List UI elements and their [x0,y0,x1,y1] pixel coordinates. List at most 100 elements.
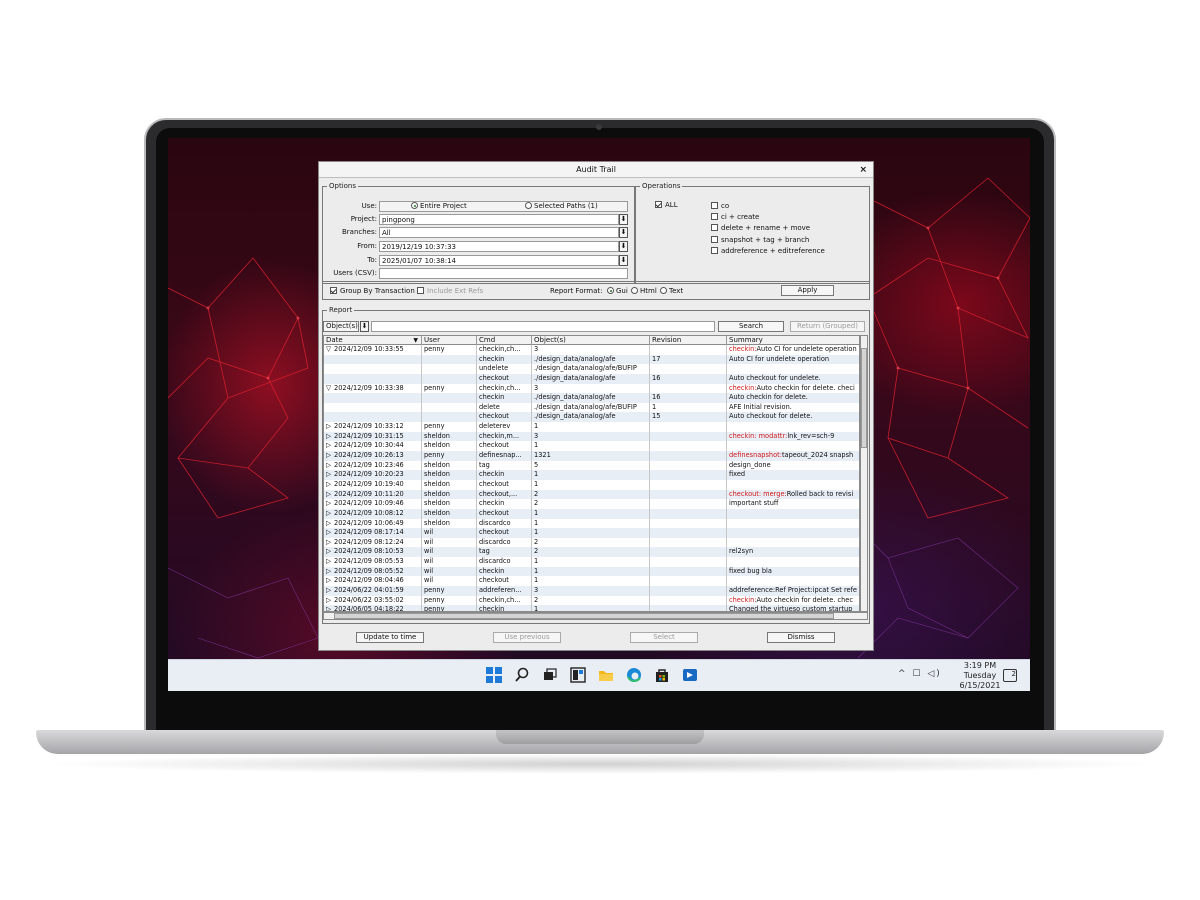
users-field[interactable] [379,268,628,279]
to-dropdown-icon[interactable]: ⬇ [619,255,628,266]
table-row[interactable]: ▷ 2024/12/09 08:05:53 wil discardco 1 [324,557,859,567]
search-button[interactable]: Search [718,321,784,332]
table-row[interactable]: ▷ 2024/12/09 10:33:12 penny deleterev 1 [324,422,859,432]
table-row[interactable]: ▷ 2024/06/05 04:18:22 penny checkin 1 Changed… [324,605,859,611]
table-row[interactable]: ▷ 2024/12/09 08:12:24 wil discardco 2 [324,537,859,548]
table-row[interactable]: ▷ 2024/12/09 08:04:46 wil checkout 1 [324,576,859,587]
project-dropdown-icon[interactable]: ⬇ [619,214,628,225]
table-row[interactable]: ▷ 2024/12/09 08:05:52 wil checkin 1 fixed bug… [324,566,859,577]
table-row[interactable]: ▷ 2024/12/09 10:30:44 sheldon checkout 1 [324,441,859,452]
branches-field[interactable]: All [379,227,619,238]
col-summary[interactable]: Summary [727,336,859,345]
from-field[interactable]: 2019/12/19 10:37:33 [379,241,619,252]
table-row[interactable]: ▷ 2024/12/09 10:20:23 sheldon checkin 1 fixed [324,470,859,480]
table-row[interactable]: ▷ 2024/06/22 04:01:59 penny addreferen... 3 a… [324,586,859,596]
store-icon[interactable] [652,665,672,685]
branches-dropdown-icon[interactable]: ⬇ [619,227,628,238]
table-row[interactable]: ▷ 2024/12/09 10:19:40 sheldon checkout 1 [324,479,859,490]
collapse-icon[interactable]: ▽ [326,384,334,394]
expand-icon[interactable]: ▷ [326,547,334,557]
taskview-icon[interactable] [540,665,560,685]
table-row[interactable]: ▷ 2024/12/09 08:17:14 wil checkout 1 [324,528,859,538]
notification-icon[interactable]: 2 [1003,669,1017,682]
col-date[interactable]: Date ▼ [324,336,422,345]
col-cmd[interactable]: Cmd [477,336,532,345]
expand-icon[interactable]: ▷ [326,490,334,500]
project-field[interactable]: pingpong [379,214,619,225]
use-previous-button[interactable]: Use previous [493,632,561,643]
expand-icon[interactable]: ▷ [326,586,334,596]
expand-icon[interactable]: ▷ [326,605,334,611]
op-all-checkbox[interactable]: ALL [655,201,678,209]
table-row[interactable]: ▷ 2024/06/22 03:55:02 penny checkin,ch... 2 c… [324,595,859,606]
expand-icon[interactable]: ▷ [326,528,334,538]
search-icon[interactable] [512,665,532,685]
clock[interactable]: 3:19 PM Tuesday 6/15/2021 [951,661,1009,691]
col-objects[interactable]: Object(s) [532,336,650,345]
expand-icon[interactable]: ▷ [326,461,334,471]
col-revision[interactable]: Revision [650,336,727,345]
op-addreference-checkbox[interactable]: addreference + editreference [711,247,825,255]
object-filter-dropdown[interactable]: Object(s) [323,321,359,332]
select-button[interactable]: Select [630,632,698,643]
table-row[interactable]: checkout ./design_data/analog/afe 16 Auto c… [324,373,859,384]
expand-icon[interactable]: ▷ [326,451,334,461]
expand-icon[interactable]: ▷ [326,470,334,480]
expand-icon[interactable]: ▷ [326,499,334,509]
dismiss-button[interactable]: Dismiss [767,632,835,643]
table-row[interactable]: ▷ 2024/12/09 10:23:46 sheldon tag 5 design_do… [324,460,859,471]
use-selected-radio[interactable]: Selected Paths (1) [525,202,598,210]
col-user[interactable]: User [422,336,477,345]
table-vertical-scrollbar[interactable] [860,335,868,612]
to-field[interactable]: 2025/01/07 10:38:14 [379,255,619,266]
use-entire-radio[interactable]: Entire Project [411,202,467,210]
collapse-icon[interactable]: ▽ [326,345,334,355]
apply-button[interactable]: Apply [781,285,834,296]
expand-icon[interactable]: ▷ [326,509,334,519]
file-explorer-icon[interactable] [596,665,616,685]
table-row[interactable]: ▷ 2024/12/09 08:10:53 wil tag 2 rel2syn [324,547,859,558]
table-row[interactable]: ▷ 2024/12/09 10:31:15 sheldon checkin,m... 3… [324,431,859,442]
expand-icon[interactable]: ▷ [326,596,334,606]
expand-icon[interactable]: ▷ [326,557,334,567]
expand-icon[interactable]: ▷ [326,519,334,529]
table-row[interactable]: ▽ 2024/12/09 10:33:55 penny checkin,ch... 3 c… [324,345,859,355]
table-row[interactable]: checkout ./design_data/analog/afe 15 Auto c… [324,412,859,423]
format-text-radio[interactable]: Text [660,287,683,295]
widgets-icon[interactable] [568,665,588,685]
table-horizontal-scrollbar[interactable] [323,612,868,620]
table-row[interactable]: ▽ 2024/12/09 10:33:38 penny checkin,ch... 3 c… [324,383,859,394]
op-ci-create-checkbox[interactable]: ci + create [711,213,759,221]
table-row[interactable]: checkin ./design_data/analog/afe 16 Auto ch… [324,393,859,403]
expand-icon[interactable]: ▷ [326,480,334,490]
table-row[interactable]: ▷ 2024/12/09 10:11:20 sheldon checkout,... 2… [324,489,859,500]
table-row[interactable]: checkin ./design_data/analog/afe 17 Auto CI… [324,354,859,365]
expand-icon[interactable]: ▷ [326,422,334,432]
system-tray[interactable]: ^ ☐ ◁) [898,669,942,679]
table-row[interactable]: delete ./design_data/analog/afe/BUFIP 1 AFE… [324,402,859,413]
expand-icon[interactable]: ▷ [326,567,334,577]
return-grouped-button[interactable]: Return (Grouped) [790,321,865,332]
table-row[interactable]: undelete ./design_data/analog/afe/BUFIP [324,364,859,374]
table-row[interactable]: ▷ 2024/12/09 10:06:49 sheldon discardco 1 [324,518,859,529]
expand-icon[interactable]: ▷ [326,441,334,451]
expand-icon[interactable]: ▷ [326,432,334,442]
expand-icon[interactable]: ▷ [326,576,334,586]
table-row[interactable]: ▷ 2024/12/09 10:26:13 penny definesnap... 13… [324,451,859,461]
include-ext-refs-checkbox[interactable]: Include Ext Refs [417,287,483,295]
format-html-radio[interactable]: Html [631,287,657,295]
from-dropdown-icon[interactable]: ⬇ [619,241,628,252]
start-icon[interactable] [484,665,504,685]
edge-icon[interactable] [624,665,644,685]
close-icon[interactable]: × [859,162,867,178]
group-by-transaction-checkbox[interactable]: Group By Transaction [330,287,415,295]
table-row[interactable]: ▷ 2024/12/09 10:09:46 sheldon checkin 2 impor… [324,499,859,509]
op-delete-rename-move-checkbox[interactable]: delete + rename + move [711,224,810,232]
op-co-checkbox[interactable]: co [711,202,729,210]
table-row[interactable]: ▷ 2024/12/09 10:08:12 sheldon checkout 1 [324,508,859,519]
expand-icon[interactable]: ▷ [326,538,334,548]
op-snapshot-tag-branch-checkbox[interactable]: snapshot + tag + branch [711,236,809,244]
app-icon[interactable] [680,665,700,685]
object-filter-dropdown-icon[interactable]: ⬇ [360,321,369,332]
update-to-time-button[interactable]: Update to time [356,632,424,643]
